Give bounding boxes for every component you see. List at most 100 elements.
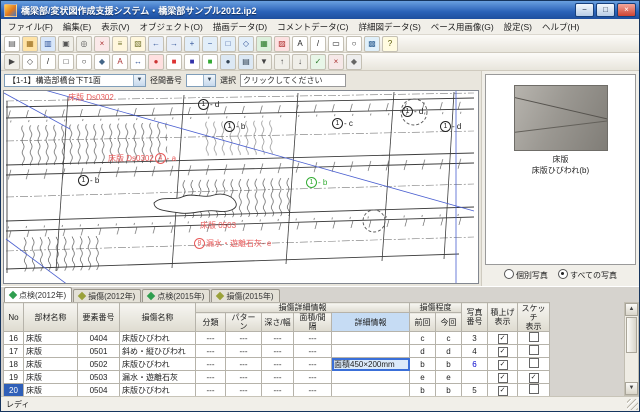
cell-detail[interactable]	[332, 345, 410, 358]
cell-class[interactable]: ---	[196, 371, 226, 384]
photo-viewer[interactable]: 床版 床版ひびわれ(b)	[485, 74, 636, 265]
minimize-button[interactable]: −	[575, 3, 594, 17]
chevron-down-icon[interactable]: ▼	[203, 75, 215, 86]
toolbar-icon[interactable]: ○	[346, 36, 362, 52]
cell-pattern[interactable]: ---	[226, 345, 262, 358]
toolbar-icon[interactable]: ↑	[274, 54, 290, 70]
selection-hint-box[interactable]	[240, 74, 346, 87]
toolbar-icon[interactable]: ×	[328, 54, 344, 70]
cell-elem[interactable]: 0404	[78, 332, 120, 345]
table-row[interactable]: 19 床版 0503 漏水・遊離石灰 --- --- --- --- e e ✓…	[4, 371, 550, 384]
toolbar-icon[interactable]: ?	[382, 36, 398, 52]
damage-mark[interactable]: 1- d	[440, 121, 461, 132]
toolbar-icon[interactable]: ×	[94, 36, 110, 52]
toolbar-icon[interactable]: →	[166, 36, 182, 52]
damage-mark[interactable]: 1- d	[402, 106, 423, 117]
table-row[interactable]: 18 床版 0502 床版ひびわれ --- --- --- --- 面積450×…	[4, 358, 550, 371]
toolbar-icon[interactable]: ←	[148, 36, 164, 52]
checkbox[interactable]: ✓	[498, 386, 508, 396]
cell-depth[interactable]: ---	[262, 358, 294, 371]
chevron-down-icon[interactable]: ▼	[133, 75, 145, 86]
table-row[interactable]: 16 床版 0404 床版ひびわれ --- --- --- --- c c 3 …	[4, 332, 550, 345]
cell-no-selected[interactable]: 20	[4, 384, 24, 397]
cell-member[interactable]: 床版	[24, 371, 78, 384]
resize-grip[interactable]	[627, 399, 638, 410]
menu-item[interactable]: 編集(E)	[58, 20, 96, 34]
cell-prev[interactable]: b	[410, 384, 436, 397]
toolbar-icon[interactable]: /	[40, 54, 56, 70]
cell-class[interactable]: ---	[196, 384, 226, 397]
cell-photo[interactable]: 5	[462, 384, 488, 397]
cell-no[interactable]: 16	[4, 332, 24, 345]
damage-label[interactable]: 床版 Ds03024- a	[108, 153, 176, 164]
toolbar-icon[interactable]: ↔	[130, 54, 146, 70]
cell-depth[interactable]: ---	[262, 384, 294, 397]
cell-pattern[interactable]: ---	[226, 358, 262, 371]
toolbar-icon[interactable]: ▣	[58, 36, 74, 52]
span-number-select[interactable]: ▼	[186, 74, 216, 87]
toolbar-icon[interactable]: ◆	[94, 54, 110, 70]
checkbox[interactable]: ✓	[529, 373, 539, 383]
toolbar-icon[interactable]: ▩	[364, 36, 380, 52]
checkbox[interactable]	[529, 358, 539, 368]
damage-mark[interactable]: 1- d	[198, 99, 219, 110]
cell-class[interactable]: ---	[196, 358, 226, 371]
menu-item[interactable]: ヘルプ(H)	[537, 20, 584, 34]
cell-detail[interactable]	[332, 332, 410, 345]
toolbar-icon[interactable]: ▨	[274, 36, 290, 52]
cell-sketch-checkbox[interactable]: ✓	[518, 371, 550, 384]
toolbar-icon[interactable]: ■	[166, 54, 182, 70]
cell-photo[interactable]: 3	[462, 332, 488, 345]
radio-individual-photos[interactable]: 個別写真	[504, 269, 548, 281]
cell-sketch-checkbox[interactable]	[518, 345, 550, 358]
toolbar-icon[interactable]: □	[220, 36, 236, 52]
cell-member[interactable]: 床版	[24, 358, 78, 371]
cell-area[interactable]: ---	[294, 358, 332, 371]
cell-now[interactable]: d	[436, 345, 462, 358]
checkbox[interactable]: ✓	[498, 360, 508, 370]
cell-now[interactable]: b	[436, 384, 462, 397]
cell-damage[interactable]: 斜め・縦ひびわれ	[120, 345, 196, 358]
tab-damage-2015[interactable]: 損傷(2015年)	[211, 289, 279, 302]
cell-pile-checkbox[interactable]: ✓	[488, 332, 518, 345]
cell-damage[interactable]: 床版ひびわれ	[120, 332, 196, 345]
toolbar-icon[interactable]: ●	[148, 54, 164, 70]
toolbar-icon[interactable]: ▭	[328, 36, 344, 52]
checkbox[interactable]: ✓	[498, 347, 508, 357]
tab-inspection-2015[interactable]: 点検(2015年)	[142, 289, 210, 302]
table-scrollbar[interactable]: ▲ ▼	[624, 302, 639, 396]
menu-item[interactable]: 表示(V)	[96, 20, 134, 34]
menu-item[interactable]: オブジェクト(O)	[135, 20, 208, 34]
damage-mark[interactable]: 1- b	[224, 121, 245, 132]
toolbar-icon[interactable]: ◇	[22, 54, 38, 70]
damage-mark[interactable]: 1- b	[78, 175, 99, 186]
toolbar-icon[interactable]: ○	[76, 54, 92, 70]
toolbar-icon[interactable]: A	[112, 54, 128, 70]
cell-elem[interactable]: 0504	[78, 384, 120, 397]
damage-mark-selected[interactable]: 1- b	[306, 177, 327, 188]
radio-icon-selected[interactable]	[558, 269, 568, 279]
cell-depth[interactable]: ---	[262, 371, 294, 384]
cell-area[interactable]: ---	[294, 371, 332, 384]
toolbar-icon[interactable]: ◆	[346, 54, 362, 70]
damage-photo[interactable]	[514, 85, 608, 151]
checkbox[interactable]	[529, 345, 539, 355]
checkbox[interactable]	[529, 384, 539, 394]
toolbar-icon[interactable]: ●	[220, 54, 236, 70]
cell-area[interactable]: ---	[294, 384, 332, 397]
toolbar-icon[interactable]: /	[310, 36, 326, 52]
cell-no[interactable]: 17	[4, 345, 24, 358]
cell-pile-checkbox[interactable]: ✓	[488, 371, 518, 384]
cell-damage[interactable]: 漏水・遊離石灰	[120, 371, 196, 384]
cell-pattern[interactable]: ---	[226, 384, 262, 397]
cell-prev[interactable]: d	[410, 345, 436, 358]
scroll-down-icon[interactable]: ▼	[625, 382, 638, 395]
toolbar-icon[interactable]: +	[184, 36, 200, 52]
toolbar-icon[interactable]: ▤	[4, 36, 20, 52]
menu-item[interactable]: ベース用画像(G)	[426, 20, 499, 34]
cell-pattern[interactable]: ---	[226, 371, 262, 384]
checkbox[interactable]	[529, 332, 539, 342]
cell-photo[interactable]: 6	[462, 358, 488, 371]
toolbar-icon[interactable]: ■	[184, 54, 200, 70]
view-select[interactable]: 【1-1】構造部橋台下T1面 ▼	[4, 74, 146, 87]
